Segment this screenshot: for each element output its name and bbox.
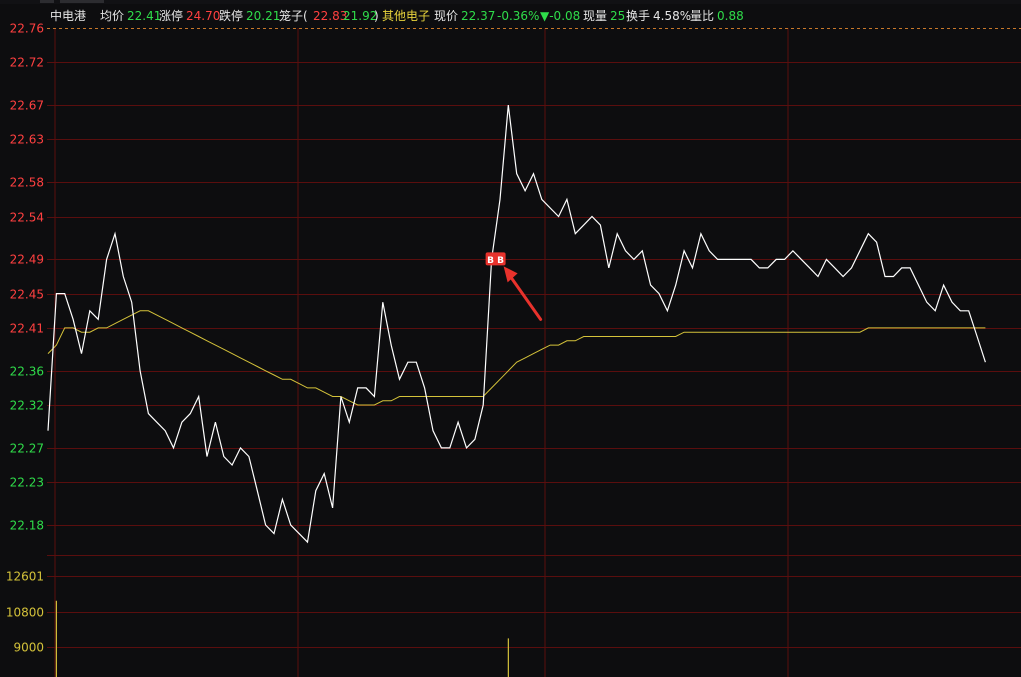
pointer-arrow-head — [503, 266, 518, 283]
price-tick-label: 22.76 — [10, 22, 44, 36]
price-tick-label: 22.41 — [10, 322, 44, 336]
price-tick-label: 22.72 — [10, 56, 44, 70]
buy-marker-label: B B — [487, 256, 504, 266]
price-line — [47, 105, 986, 544]
price-tick-label: 22.23 — [10, 476, 44, 490]
price-tick-label: 22.45 — [10, 288, 44, 302]
buy-marker[interactable]: B B — [485, 252, 506, 266]
intraday-chart[interactable]: 22.76 22.72 22.67 22.63 22.58 22.54 22.49 22.45… — [0, 0, 1021, 677]
avg-price-line — [47, 310, 986, 406]
volume-tick-label: 12601 — [6, 570, 44, 584]
price-tick-label: 22.67 — [10, 99, 44, 113]
price-tick-label: 22.27 — [10, 442, 44, 456]
price-tick-label: 22.18 — [10, 519, 44, 533]
volume-tick-label: 10800 — [6, 606, 44, 620]
volume-tick-label: 9000 — [13, 641, 44, 655]
price-tick-label: 22.49 — [10, 253, 44, 267]
price-tick-label: 22.63 — [10, 133, 44, 147]
price-tick-label: 22.58 — [10, 176, 44, 190]
price-tick-label: 22.32 — [10, 399, 44, 413]
pointer-arrow-shaft — [508, 273, 543, 321]
price-tick-label: 22.36 — [10, 365, 44, 379]
price-tick-label: 22.54 — [10, 211, 44, 225]
